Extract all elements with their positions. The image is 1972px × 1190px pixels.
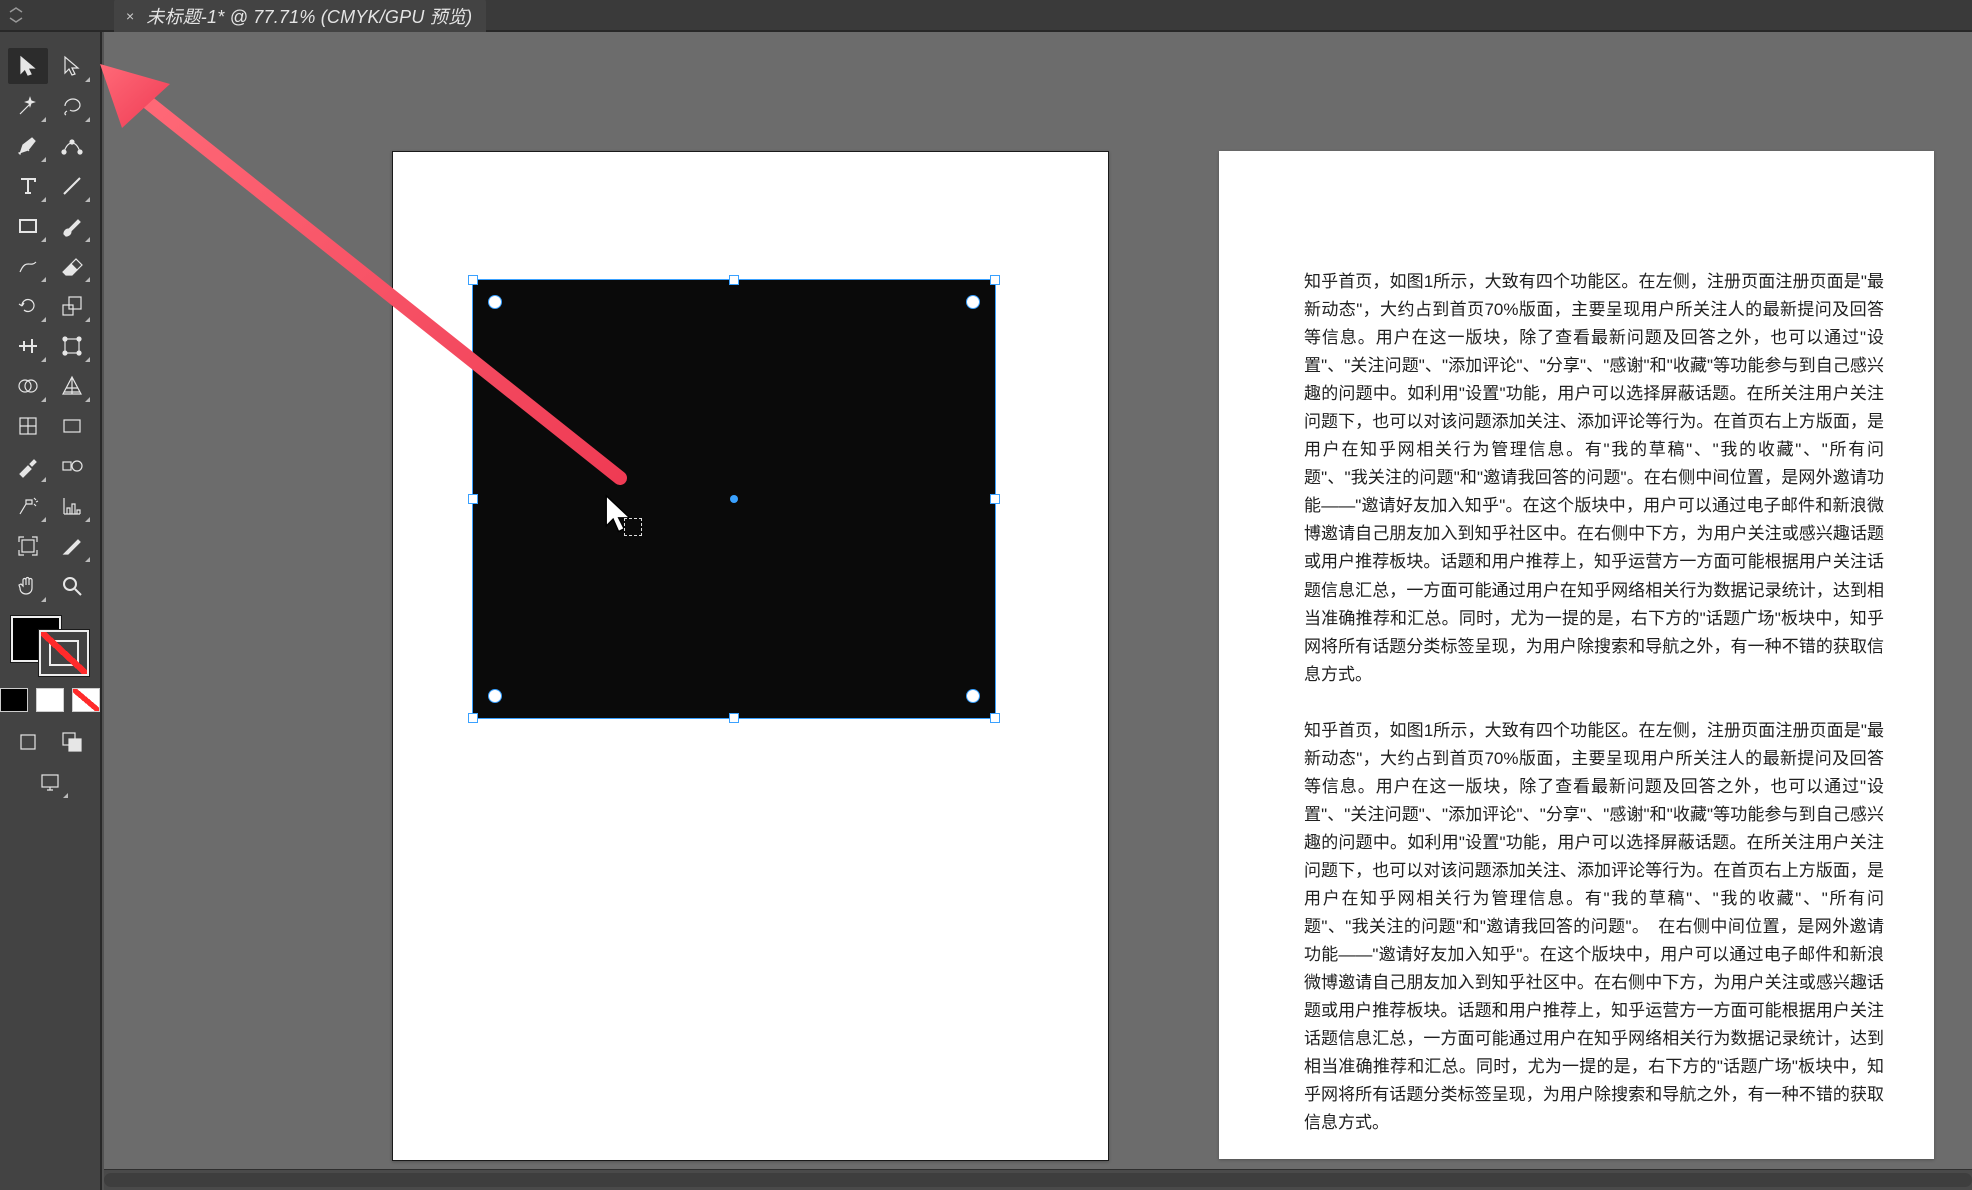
eyedropper-tool[interactable] [8,448,48,484]
rotate-tool[interactable] [8,288,48,324]
bbox-handle-ne[interactable] [990,275,1000,285]
document-tab[interactable]: × 未标题-1* @ 77.71% (CMYK/GPU 预览) [114,0,486,32]
close-tab-icon[interactable]: × [126,8,134,24]
draw-behind-mode[interactable] [52,724,92,760]
document-tab-bar: × 未标题-1* @ 77.71% (CMYK/GPU 预览) [0,0,1972,32]
text-frame[interactable]: 知乎首页，如图1所示，大致有四个功能区。在左侧，注册页面注册页面是"最新动态"，… [1304,268,1884,1165]
canvas-workspace[interactable]: 知乎首页，如图1所示，大致有四个功能区。在左侧，注册页面注册页面是"最新动态"，… [104,32,1972,1190]
document-title: 未标题-1* @ 77.71% (CMYK/GPU 预览) [146,3,472,29]
bbox-handle-n[interactable] [729,275,739,285]
width-tool[interactable] [8,328,48,364]
rectangle-tool[interactable] [8,208,48,244]
shaper-tool[interactable] [8,248,48,284]
bbox-handle-e[interactable] [990,494,1000,504]
magic-wand-tool[interactable] [8,88,48,124]
bbox-handle-se[interactable] [990,713,1000,723]
zoom-tool[interactable] [52,568,92,604]
draw-normal-mode[interactable] [8,724,48,760]
symbol-sprayer-tool[interactable] [8,488,48,524]
bbox-handle-s[interactable] [729,713,739,723]
color-gradient-swatch[interactable] [36,688,64,712]
hand-tool[interactable] [8,568,48,604]
artboard-tool[interactable] [8,528,48,564]
bbox-handle-sw[interactable] [468,713,478,723]
paragraph-2: 知乎首页，如图1所示，大致有四个功能区。在左侧，注册页面注册页面是"最新动态"，… [1304,717,1884,1138]
stroke-color-swatch[interactable] [39,630,89,676]
paragraph-1: 知乎首页，如图1所示，大致有四个功能区。在左侧，注册页面注册页面是"最新动态"，… [1304,268,1884,689]
color-mode-swatches [0,684,100,716]
screen-mode[interactable] [30,764,70,800]
corner-radius-widget-ne[interactable] [966,295,980,309]
annotation-arrow [60,48,700,523]
corner-radius-widget-sw[interactable] [488,689,502,703]
color-solid-swatch[interactable] [0,688,28,712]
bbox-center-point[interactable] [730,495,738,503]
type-tool[interactable] [8,168,48,204]
horizontal-scrollbar[interactable] [104,1169,1972,1190]
fill-stroke-swatches[interactable] [7,616,93,676]
collapse-panels-icon[interactable] [8,7,24,23]
scrollbar-track[interactable] [104,1173,1972,1187]
selection-tool[interactable] [8,48,48,84]
corner-radius-widget-se[interactable] [966,689,980,703]
pen-tool[interactable] [8,128,48,164]
shape-builder-tool[interactable] [8,368,48,404]
slice-tool[interactable] [52,528,92,564]
mesh-tool[interactable] [8,408,48,444]
color-none-swatch[interactable] [72,688,100,712]
